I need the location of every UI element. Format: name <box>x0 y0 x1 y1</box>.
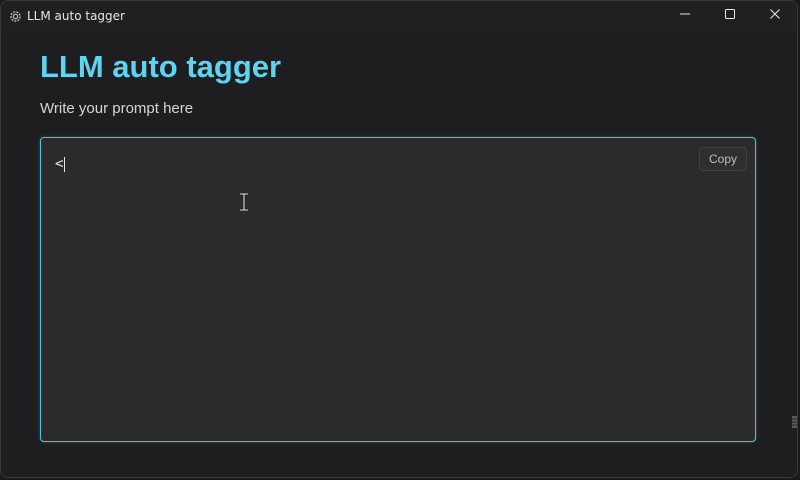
main-content: LLM auto tagger Write your prompt here <… <box>1 31 797 477</box>
app-window: LLM auto tagger LLM auto tagger Write yo… <box>0 0 798 478</box>
prompt-textarea[interactable]: < Copy <box>40 137 756 442</box>
title-bar[interactable]: LLM auto tagger <box>1 1 797 31</box>
close-button[interactable] <box>752 1 797 31</box>
prompt-text[interactable]: < <box>55 154 695 174</box>
page-title: LLM auto tagger <box>40 49 282 84</box>
text-caret <box>64 156 66 172</box>
maximize-icon <box>724 7 736 25</box>
prompt-instruction: Write your prompt here <box>40 100 194 117</box>
maximize-button[interactable] <box>707 1 752 31</box>
window-controls <box>662 1 797 31</box>
window-title: LLM auto tagger <box>27 9 125 23</box>
text-cursor-icon <box>238 192 250 212</box>
close-icon <box>769 7 781 25</box>
minimize-icon <box>679 7 691 25</box>
resize-grip-icon[interactable] <box>792 415 797 428</box>
minimize-button[interactable] <box>662 1 707 31</box>
copy-button[interactable]: Copy <box>699 147 747 171</box>
app-gear-icon <box>8 9 22 23</box>
prompt-value: < <box>55 156 64 172</box>
